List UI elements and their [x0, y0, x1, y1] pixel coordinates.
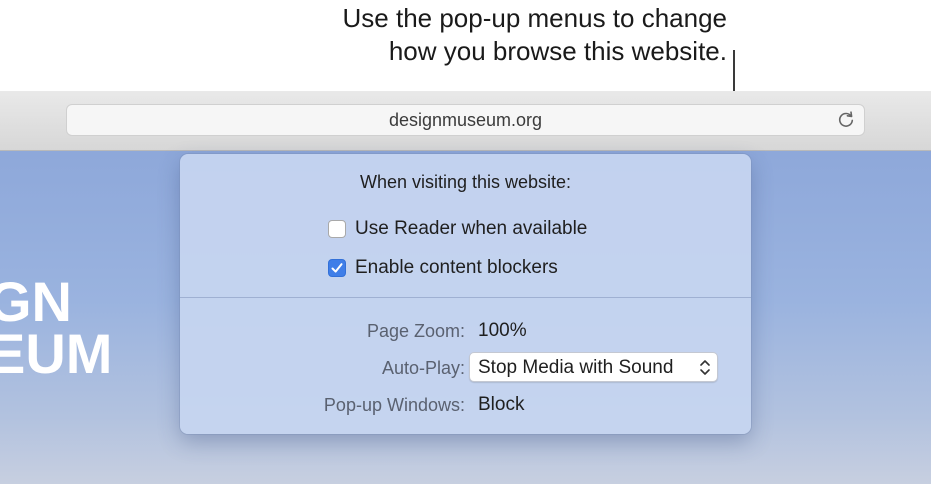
reader-checkbox-label[interactable]: Use Reader when available	[355, 218, 587, 240]
logo-line-2: EUM	[0, 322, 112, 383]
content-blockers-checkbox-label[interactable]: Enable content blockers	[355, 257, 558, 279]
content-blockers-checkbox[interactable]	[328, 259, 346, 277]
callout-text: Use the pop-up menus to change how you b…	[343, 2, 727, 68]
address-bar[interactable]: designmuseum.org	[66, 104, 865, 136]
design-museum-logo: GN EUM	[0, 275, 112, 383]
auto-play-popup[interactable]: Stop Media with Sound	[469, 352, 718, 382]
checkmark-icon	[331, 263, 343, 273]
url-text: designmuseum.org	[388, 110, 543, 130]
callout-line-2: how you browse this website.	[388, 36, 727, 66]
popup-windows-label: Pop-up Windows:	[323, 395, 465, 415]
page-zoom-value[interactable]: 100%	[478, 320, 527, 342]
reload-icon[interactable]	[836, 110, 856, 130]
page-zoom-label: Page Zoom:	[366, 321, 465, 341]
auto-play-label: Auto-Play:	[381, 358, 465, 378]
chevron-updown-icon	[700, 360, 710, 375]
reader-checkbox[interactable]	[328, 220, 346, 238]
auto-play-value: Stop Media with Sound	[478, 357, 674, 378]
callout-line-1: Use the pop-up menus to change	[342, 3, 727, 33]
website-settings-popover	[180, 154, 751, 434]
content-blockers-option-row[interactable]: Enable content blockers	[328, 256, 558, 280]
popup-windows-value[interactable]: Block	[478, 394, 524, 416]
popover-divider	[180, 297, 751, 298]
reader-option-row[interactable]: Use Reader when available	[328, 217, 587, 241]
popover-heading: When visiting this website:	[359, 172, 572, 192]
